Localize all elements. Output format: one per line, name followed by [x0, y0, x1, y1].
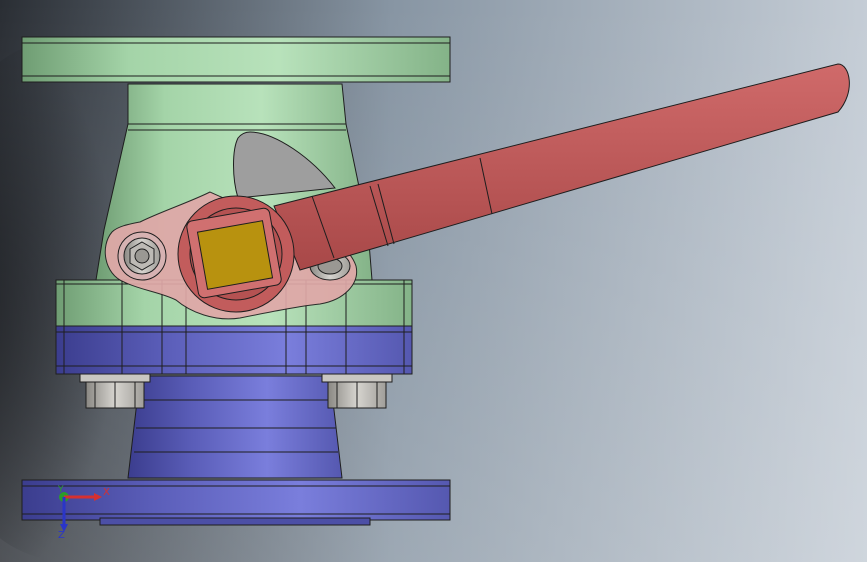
bottom-flange-spigot: [99, 517, 371, 526]
z-axis-label: Z: [58, 530, 65, 541]
x-axis-label: X: [103, 487, 110, 498]
lower-body-band[interactable]: [55, 325, 413, 375]
valve-model-scene[interactable]: [0, 0, 867, 562]
bolt-left: [79, 373, 151, 409]
bolt-right: [321, 373, 393, 409]
y-axis-label: Y: [58, 485, 64, 495]
cad-viewport[interactable]: X Y Z: [0, 0, 867, 562]
top-flange[interactable]: [21, 36, 451, 83]
lower-neck[interactable]: [127, 375, 343, 479]
valve-stem[interactable]: [196, 220, 274, 290]
